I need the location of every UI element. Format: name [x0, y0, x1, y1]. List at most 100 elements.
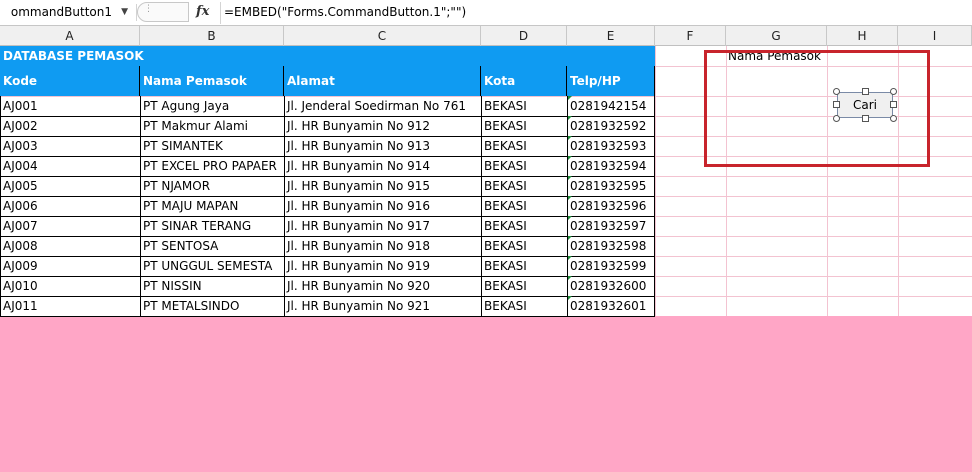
cell-telp[interactable]: 0281942154 [567, 96, 655, 116]
cell-telp[interactable]: 0281932598 [567, 236, 655, 256]
cell-nama[interactable]: PT NISSIN [140, 276, 284, 296]
column-header-a[interactable]: A [0, 26, 140, 46]
header-telp-hp[interactable]: Telp/HP [567, 66, 655, 96]
cell-nama[interactable]: PT Agung Jaya [140, 96, 284, 116]
cell-alamat[interactable]: Jl. HR Bunyamin No 916 [284, 196, 481, 216]
table-row: AJ002 PT Makmur Alami Jl. HR Bunyamin No 9… [0, 116, 655, 137]
column-header-b[interactable]: B [140, 26, 284, 46]
column-header-f[interactable]: F [655, 26, 726, 46]
cell-alamat[interactable]: Jl. HR Bunyamin No 917 [284, 216, 481, 236]
table-row: AJ009 PT UNGGUL SEMESTA Jl. HR Bunyamin No… [0, 256, 655, 277]
cell-kode[interactable]: AJ010 [0, 276, 140, 296]
column-header-e[interactable]: E [567, 26, 655, 46]
cell-kota[interactable]: BEKASI [481, 236, 567, 256]
worksheet-grid[interactable]: A B C D E F G H I DATABASE PEMASOK Kode … [0, 26, 972, 317]
cell-alamat[interactable]: Jl. Jenderal Soedirman No 761 [284, 96, 481, 116]
insert-function-icon[interactable]: fx [196, 2, 209, 22]
resize-handle[interactable] [862, 88, 869, 95]
table-row: AJ007 PT SINAR TERANG Jl. HR Bunyamin No 9… [0, 216, 655, 237]
resize-handle[interactable] [890, 115, 897, 122]
column-header-g[interactable]: G [726, 26, 827, 46]
cell-kode[interactable]: AJ008 [0, 236, 140, 256]
cell-kode[interactable]: AJ011 [0, 296, 140, 316]
cell-alamat[interactable]: Jl. HR Bunyamin No 921 [284, 296, 481, 316]
cell-nama[interactable]: PT NJAMOR [140, 176, 284, 196]
header-kota[interactable]: Kota [481, 66, 567, 96]
table-row: AJ008 PT SENTOSA Jl. HR Bunyamin No 918 BEK… [0, 236, 655, 257]
cell-telp[interactable]: 0281932600 [567, 276, 655, 296]
cell-kota[interactable]: BEKASI [481, 216, 567, 236]
resize-handle[interactable] [890, 101, 897, 108]
table-title: DATABASE PEMASOK [3, 49, 144, 63]
cell-nama[interactable]: PT SENTOSA [140, 236, 284, 256]
name-box-dropdown-icon[interactable]: ▼ [121, 2, 128, 22]
cell-kota[interactable]: BEKASI [481, 296, 567, 316]
command-button-selection[interactable]: Cari [833, 88, 897, 122]
cell-kota[interactable]: BEKASI [481, 256, 567, 276]
column-header-h[interactable]: H [827, 26, 898, 46]
header-alamat[interactable]: Alamat [284, 66, 481, 96]
formula-input[interactable]: =EMBED("Forms.CommandButton.1";"") [224, 2, 466, 22]
formula-bar-grip[interactable]: ⋮ [137, 2, 189, 22]
cell-kode[interactable]: AJ001 [0, 96, 140, 116]
table-row: AJ004 PT EXCEL PRO PAPAER Jl. HR Bunyamin … [0, 156, 655, 177]
cell-kota[interactable]: BEKASI [481, 176, 567, 196]
cell-telp[interactable]: 0281932593 [567, 136, 655, 156]
resize-handle[interactable] [833, 88, 840, 95]
column-header-row: A B C D E F G H I [0, 26, 972, 46]
header-kode[interactable]: Kode [0, 66, 140, 96]
table-border [654, 66, 655, 317]
cell-alamat[interactable]: Jl. HR Bunyamin No 915 [284, 176, 481, 196]
cell-nama[interactable]: PT METALSINDO [140, 296, 284, 316]
table-border [567, 96, 568, 317]
cell-telp[interactable]: 0281932599 [567, 256, 655, 276]
cell-telp[interactable]: 0281932594 [567, 156, 655, 176]
table-row: AJ011 PT METALSINDO Jl. HR Bunyamin No 921… [0, 296, 655, 317]
resize-handle[interactable] [862, 115, 869, 122]
cell-kota[interactable]: BEKASI [481, 156, 567, 176]
cell-nama[interactable]: PT UNGGUL SEMESTA [140, 256, 284, 276]
resize-handle[interactable] [890, 88, 897, 95]
name-box[interactable]: ommandButton1 ▼ [0, 2, 134, 22]
cell-nama[interactable]: PT MAJU MAPAN [140, 196, 284, 216]
cell-nama[interactable]: PT SIMANTEK [140, 136, 284, 156]
resize-handle[interactable] [833, 101, 840, 108]
resize-handle[interactable] [833, 115, 840, 122]
header-nama-pemasok[interactable]: Nama Pemasok [140, 66, 284, 96]
table-border [0, 316, 655, 317]
cell-alamat[interactable]: Jl. HR Bunyamin No 912 [284, 116, 481, 136]
cell-kota[interactable]: BEKASI [481, 276, 567, 296]
column-header-d[interactable]: D [481, 26, 567, 46]
cell-telp[interactable]: 0281932601 [567, 296, 655, 316]
cell-kode[interactable]: AJ004 [0, 156, 140, 176]
cell-alamat[interactable]: Jl. HR Bunyamin No 920 [284, 276, 481, 296]
cell-telp[interactable]: 0281932597 [567, 216, 655, 236]
formula-bar-divider [220, 2, 221, 24]
table-row: AJ003 PT SIMANTEK Jl. HR Bunyamin No 913 BE… [0, 136, 655, 157]
cell-kode[interactable]: AJ002 [0, 116, 140, 136]
cell-telp[interactable]: 0281932596 [567, 196, 655, 216]
cell-kode[interactable]: AJ009 [0, 256, 140, 276]
cell-alamat[interactable]: Jl. HR Bunyamin No 919 [284, 256, 481, 276]
cell-alamat[interactable]: Jl. HR Bunyamin No 914 [284, 156, 481, 176]
cell-alamat[interactable]: Jl. HR Bunyamin No 913 [284, 136, 481, 156]
cell-kota[interactable]: BEKASI [481, 136, 567, 156]
cell-kode[interactable]: AJ005 [0, 176, 140, 196]
cell-nama[interactable]: PT SINAR TERANG [140, 216, 284, 236]
cell-kode[interactable]: AJ003 [0, 136, 140, 156]
column-header-c[interactable]: C [284, 26, 481, 46]
cell-nama[interactable]: PT Makmur Alami [140, 116, 284, 136]
grip-dots-icon: ⋮ [144, 4, 154, 14]
cell-kota[interactable]: BEKASI [481, 196, 567, 216]
cell-kota[interactable]: BEKASI [481, 96, 567, 116]
cell-alamat[interactable]: Jl. HR Bunyamin No 918 [284, 236, 481, 256]
column-header-i[interactable]: I [898, 26, 972, 46]
cell-nama[interactable]: PT EXCEL PRO PAPAER [140, 156, 284, 176]
cell-kota[interactable]: BEKASI [481, 116, 567, 136]
table-row: AJ005 PT NJAMOR Jl. HR Bunyamin No 915 BEKA… [0, 176, 655, 197]
cell-telp[interactable]: 0281932592 [567, 116, 655, 136]
cell-kode[interactable]: AJ007 [0, 216, 140, 236]
cell-kode[interactable]: AJ006 [0, 196, 140, 216]
cell-telp[interactable]: 0281932595 [567, 176, 655, 196]
table-title-cell[interactable]: DATABASE PEMASOK [0, 46, 655, 66]
